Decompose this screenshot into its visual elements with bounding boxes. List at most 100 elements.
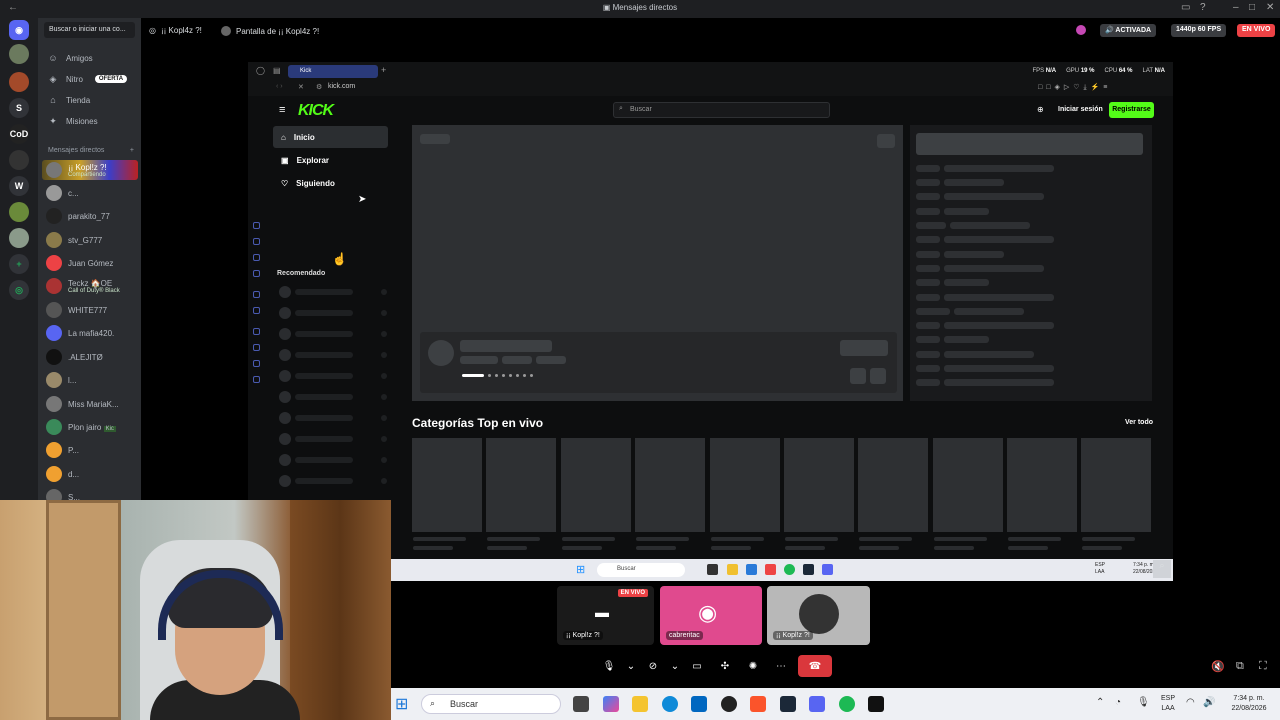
discord-icon[interactable] xyxy=(822,564,833,575)
tab-kick[interactable]: Kick xyxy=(288,65,378,78)
participant-tile[interactable]: ◉ cabreritac xyxy=(660,586,762,645)
tray-icon[interactable]: ◔ xyxy=(1115,697,1121,708)
volume-mute-icon[interactable]: 🔇 xyxy=(1211,660,1225,673)
category-skeleton[interactable] xyxy=(635,438,705,532)
maximize-icon[interactable]: □ xyxy=(1249,2,1255,13)
dm-item[interactable]: l... xyxy=(42,370,138,390)
brave-icon[interactable] xyxy=(750,696,766,712)
shared-taskbar-search[interactable]: Buscar xyxy=(597,563,685,577)
register-button[interactable]: Registrarse xyxy=(1109,102,1154,118)
category-skeleton[interactable] xyxy=(710,438,780,532)
activity-icon[interactable] xyxy=(1076,25,1086,35)
camera-off-icon[interactable]: ⊘ xyxy=(642,655,664,677)
soundboard-icon[interactable]: ✺ xyxy=(742,655,764,677)
chevron-up-icon[interactable]: ⌃ xyxy=(1096,697,1104,708)
popout-icon[interactable]: ⧉ xyxy=(1236,660,1244,673)
server-icon[interactable] xyxy=(9,202,29,222)
app-icon[interactable] xyxy=(868,696,884,712)
nav-home[interactable]: ⌂ Inicio xyxy=(273,126,388,148)
app-icon[interactable] xyxy=(721,696,737,712)
dm-nav-nitro[interactable]: ◈ Nitro OFERTA xyxy=(38,69,141,89)
edge-icon[interactable] xyxy=(662,696,678,712)
featured-stream-skeleton[interactable] xyxy=(412,125,903,401)
category-skeleton[interactable] xyxy=(858,438,928,532)
windows-start-icon[interactable]: ⊞ xyxy=(576,563,585,576)
server-icon[interactable]: CoD xyxy=(9,124,29,144)
folder-icon[interactable] xyxy=(727,564,738,575)
rail-icon[interactable] xyxy=(253,238,260,245)
category-skeleton[interactable] xyxy=(1081,438,1151,532)
dm-nav-quests[interactable]: ✦ Misiones xyxy=(38,111,141,131)
file-explorer-icon[interactable] xyxy=(632,696,648,712)
app-icon[interactable] xyxy=(707,564,718,575)
volume-icon[interactable]: 🔊 xyxy=(1203,697,1215,708)
inbox-icon[interactable]: ▭ xyxy=(1181,2,1190,13)
windows-start-icon[interactable]: ⊞ xyxy=(395,694,408,714)
dm-item[interactable]: WHITE777 xyxy=(42,300,138,320)
dm-item[interactable]: ¡¡ Kopl!z ?! Compartiendo xyxy=(42,160,138,180)
dm-nav-shop[interactable]: ⌂ Tienda xyxy=(38,90,141,110)
rail-icon[interactable] xyxy=(253,307,260,314)
app-icon[interactable] xyxy=(746,564,757,575)
category-skeleton[interactable] xyxy=(561,438,631,532)
dm-item[interactable]: Miss MariaK... xyxy=(42,394,138,414)
network-icon[interactable]: ◠ xyxy=(1186,697,1195,708)
dm-item[interactable]: Juan Gómez xyxy=(42,253,138,273)
rail-icon[interactable] xyxy=(253,376,260,383)
task-view-icon[interactable] xyxy=(573,696,589,712)
rail-icon[interactable] xyxy=(253,328,260,335)
server-icon[interactable]: W xyxy=(9,176,29,196)
steam-icon[interactable] xyxy=(780,696,796,712)
toolbar-icons[interactable]: □□◈▷♡⤓⚡≡ xyxy=(1038,83,1111,92)
nav-following[interactable]: ♡ Siguiendo xyxy=(273,172,388,194)
category-skeleton[interactable] xyxy=(412,438,482,532)
nav-explore[interactable]: ▣ Explorar xyxy=(273,149,388,171)
close-icon[interactable]: ✕ xyxy=(1266,2,1274,13)
dm-nav-friends[interactable]: ☺ Amigos xyxy=(38,48,141,68)
steam-icon[interactable] xyxy=(803,564,814,575)
microphone-icon[interactable]: 🎙 xyxy=(1137,697,1150,708)
dm-item[interactable]: La mafia420. xyxy=(42,323,138,343)
dm-item[interactable]: .ALEJITØ xyxy=(42,347,138,367)
participant-tile[interactable]: ¡¡ Kopl!z ?! xyxy=(767,586,870,645)
activities-icon[interactable]: ✣ xyxy=(714,655,736,677)
fullscreen-icon[interactable]: ⛶ xyxy=(1259,660,1267,673)
kick-logo[interactable]: KICK xyxy=(298,102,334,120)
server-icon[interactable] xyxy=(9,150,29,170)
add-server-icon[interactable]: + xyxy=(9,254,29,274)
more-icon[interactable]: ⋯ xyxy=(770,655,792,677)
new-dm-icon[interactable]: + xyxy=(130,147,134,154)
category-skeleton[interactable] xyxy=(486,438,556,532)
server-icon[interactable] xyxy=(9,44,29,64)
carousel-dots[interactable] xyxy=(462,374,533,377)
rail-icon[interactable] xyxy=(253,254,260,261)
dm-item[interactable]: Plon jairo Kic xyxy=(42,417,138,437)
spotify-icon[interactable] xyxy=(784,564,795,575)
back-icon[interactable]: ‹ › xyxy=(276,83,283,90)
dm-item[interactable]: P... xyxy=(42,440,138,460)
see-all-link[interactable]: Ver todo xyxy=(1125,419,1153,426)
kick-search-input[interactable]: ⌕ Buscar xyxy=(613,102,830,118)
menu-icon[interactable]: ≡ xyxy=(279,104,285,116)
dm-item[interactable]: Teckz 🏠OE Call of Duty® Black xyxy=(42,276,138,296)
screen-share-icon[interactable]: ▭ xyxy=(686,655,708,677)
spotify-icon[interactable] xyxy=(839,696,855,712)
dm-search-input[interactable]: Buscar o iniciar una co... xyxy=(44,22,135,38)
discord-home-icon[interactable]: ◉ xyxy=(9,20,29,40)
server-icon[interactable] xyxy=(9,228,29,248)
microphone-icon[interactable]: 🎙 xyxy=(598,655,620,677)
explore-servers-icon[interactable]: ◎ xyxy=(9,280,29,300)
browser-menu-icon[interactable]: ◯ xyxy=(256,66,265,75)
copilot-icon[interactable] xyxy=(603,696,619,712)
chevron-down-icon[interactable]: ⌄ xyxy=(670,655,680,677)
server-icon[interactable] xyxy=(9,72,29,92)
category-skeleton[interactable] xyxy=(784,438,854,532)
site-info-icon[interactable]: ⚙ xyxy=(316,83,322,91)
dm-item[interactable]: d... xyxy=(42,464,138,484)
category-skeleton[interactable] xyxy=(1007,438,1077,532)
app-icon[interactable] xyxy=(765,564,776,575)
reload-icon[interactable]: ✕ xyxy=(298,83,304,91)
rail-icon[interactable] xyxy=(253,270,260,277)
taskbar-search[interactable]: ⌕ Buscar xyxy=(421,694,561,714)
rail-icon[interactable] xyxy=(253,291,260,298)
